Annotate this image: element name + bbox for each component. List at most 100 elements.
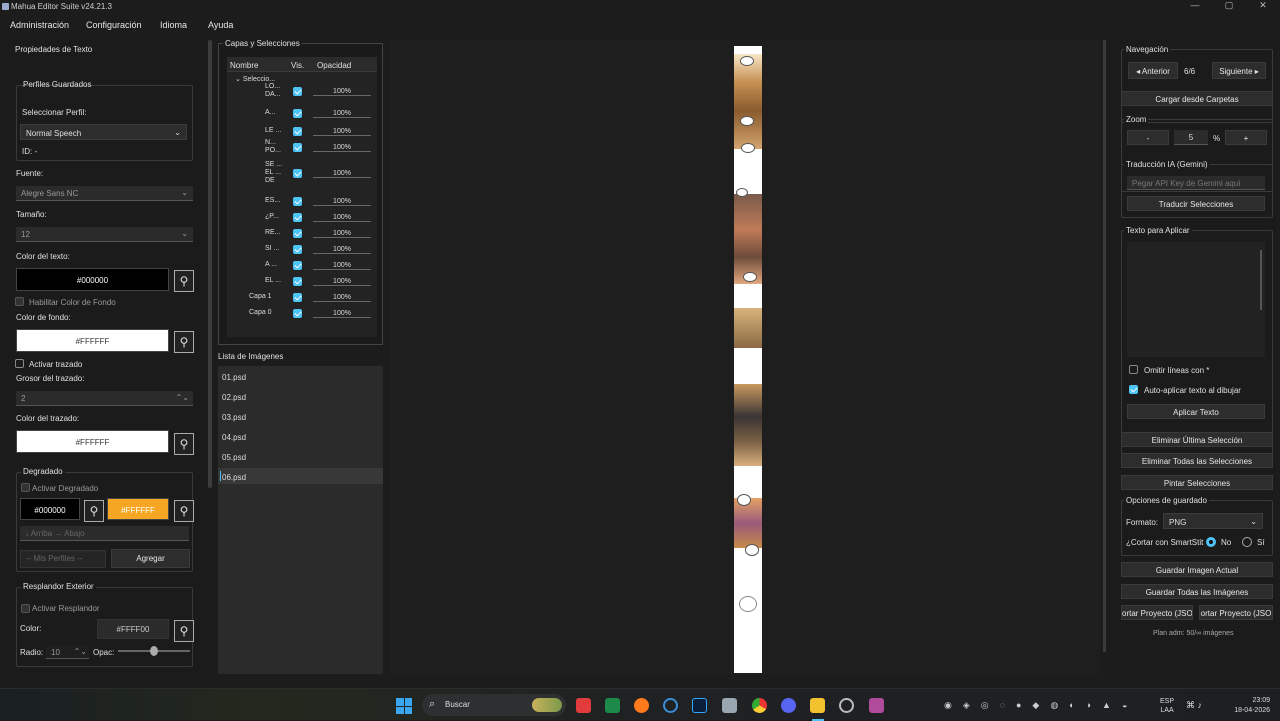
paint-selections-button[interactable]: Pintar Selecciones	[1121, 475, 1273, 490]
col-vis[interactable]: Vis.	[291, 61, 304, 70]
layer-row[interactable]: A ... 100%	[227, 261, 375, 277]
layers-tree[interactable]: Nombre Vis. Opacidad ⌄ Seleccio... LO...…	[227, 57, 377, 337]
text-color-swatch[interactable]: #000000	[16, 268, 169, 291]
save-current-button[interactable]: Guardar Imagen Actual	[1121, 562, 1273, 577]
layer-visibility-checkbox[interactable]	[293, 309, 302, 318]
layer-opacity[interactable]: 100%	[313, 198, 371, 206]
xbox-icon[interactable]	[605, 698, 620, 713]
gradient-checkbox[interactable]	[21, 483, 30, 494]
layer-row[interactable]: Capa 1 100%	[227, 293, 375, 309]
layer-opacity[interactable]: 100%	[313, 214, 371, 222]
layer-opacity[interactable]: 100%	[313, 310, 371, 318]
layer-row[interactable]: LO... DA... 100%	[227, 83, 375, 103]
layer-opacity[interactable]: 100%	[313, 262, 371, 270]
chrome-icon[interactable]	[752, 698, 767, 713]
size-select[interactable]: 12 ⌄	[16, 227, 193, 242]
windows-start-icon[interactable]	[396, 698, 412, 714]
layer-row[interactable]: ES... 100%	[227, 197, 375, 213]
network-icon[interactable]: ⌘ ♪	[1186, 700, 1202, 711]
app-purple-icon[interactable]	[869, 698, 884, 713]
layer-visibility-checkbox[interactable]	[293, 143, 302, 152]
image-list-item[interactable]: 06.psd	[222, 473, 246, 482]
eyedropper-icon[interactable]: ⚲	[174, 620, 194, 642]
layer-row[interactable]: Capa 0 100%	[227, 309, 375, 325]
image-list-item[interactable]: 02.psd	[222, 393, 246, 402]
eyedropper-icon[interactable]: ⚲	[174, 500, 194, 522]
layer-opacity[interactable]: 100%	[313, 246, 371, 254]
layer-visibility-checkbox[interactable]	[293, 277, 302, 286]
translate-button[interactable]: Traducir Selecciones	[1127, 196, 1265, 211]
eyedropper-icon[interactable]: ⚲	[174, 433, 194, 455]
col-opacidad[interactable]: Opacidad	[317, 61, 351, 70]
gradient-color1-swatch[interactable]: #000000	[20, 498, 80, 520]
image-list-item[interactable]: 04.psd	[222, 433, 246, 442]
apply-text-button[interactable]: Aplicar Texto	[1127, 404, 1265, 419]
folder-icon[interactable]	[810, 698, 825, 713]
format-select[interactable]: PNG ⌄	[1163, 513, 1263, 529]
col-nombre[interactable]: Nombre	[230, 61, 258, 70]
layer-visibility-checkbox[interactable]	[293, 197, 302, 206]
spinner-arrows-icon[interactable]: ⌃⌄	[176, 393, 189, 402]
font-select[interactable]: Alegre Sans NC ⌄	[16, 186, 193, 201]
menu-configuracion[interactable]: Configuración	[86, 20, 142, 30]
layer-visibility-checkbox[interactable]	[293, 245, 302, 254]
close-button[interactable]: ✕	[1246, 0, 1280, 14]
stroke-checkbox[interactable]	[15, 359, 24, 370]
app-tool-icon[interactable]	[722, 698, 737, 713]
api-key-input[interactable]: Pegar API Key de Gemini aquí	[1127, 176, 1265, 190]
clock[interactable]: 23:09 18-04-2026	[1222, 696, 1270, 716]
left-scrollbar[interactable]	[208, 40, 212, 488]
canvas-scrollbar[interactable]	[1103, 40, 1106, 652]
eyedropper-icon[interactable]: ⚲	[84, 500, 104, 522]
image-list[interactable]: 01.psd 02.psd 03.psd 04.psd 05.psd 06.psd	[218, 366, 383, 674]
bg-color-swatch[interactable]: #FFFFFF	[16, 329, 169, 352]
layer-opacity[interactable]: 100%	[313, 88, 371, 96]
layer-row[interactable]: RE... 100%	[227, 229, 375, 245]
delete-last-button[interactable]: Eliminar Última Selección	[1121, 432, 1273, 447]
layer-visibility-checkbox[interactable]	[293, 87, 302, 96]
zoom-input[interactable]: 5	[1174, 130, 1208, 145]
layer-opacity[interactable]: 100%	[313, 144, 371, 152]
app-icon-1[interactable]	[576, 698, 591, 713]
canvas-area[interactable]	[390, 40, 1100, 675]
add-profile-button[interactable]: Agregar	[111, 549, 190, 568]
image-list-item[interactable]: 01.psd	[222, 373, 246, 382]
layer-row[interactable]: EL ... 100%	[227, 277, 375, 293]
photoshop-icon[interactable]	[692, 698, 707, 713]
zoom-minus-button[interactable]: -	[1127, 130, 1169, 145]
next-button[interactable]: Siguiente ▸	[1212, 62, 1266, 79]
layer-visibility-checkbox[interactable]	[293, 109, 302, 118]
delete-all-button[interactable]: Eliminar Todas las Selecciones	[1121, 453, 1273, 468]
import-project-button[interactable]: ortar Proyecto (JSO	[1199, 605, 1273, 620]
prev-button[interactable]: ◂ Anterior	[1128, 62, 1178, 79]
layer-opacity[interactable]: 100%	[313, 128, 371, 136]
manga-strip-image[interactable]	[734, 46, 762, 673]
layer-row[interactable]: A... 100%	[227, 109, 375, 125]
layer-visibility-checkbox[interactable]	[293, 169, 302, 178]
layer-visibility-checkbox[interactable]	[293, 127, 302, 136]
stroke-width-spinner[interactable]: 2 ⌃⌄	[16, 391, 193, 406]
textarea-scrollbar[interactable]	[1260, 250, 1262, 310]
layer-visibility-checkbox[interactable]	[293, 213, 302, 222]
enable-bg-checkbox[interactable]	[15, 297, 24, 308]
layer-opacity[interactable]: 100%	[313, 110, 371, 118]
glow-checkbox[interactable]	[21, 604, 30, 615]
layer-visibility-checkbox[interactable]	[293, 293, 302, 302]
glow-color-swatch[interactable]: #FFFF00	[97, 619, 169, 639]
image-list-item[interactable]: 03.psd	[222, 413, 246, 422]
load-folders-button[interactable]: Cargar desde Carpetas	[1121, 91, 1273, 106]
radius-spinner[interactable]: 10 ⌃⌄	[46, 645, 89, 659]
image-list-item[interactable]: 05.psd	[222, 453, 246, 462]
export-project-button[interactable]: ortar Proyecto (JSO	[1121, 605, 1193, 620]
layer-opacity[interactable]: 100%	[313, 230, 371, 238]
radio-si[interactable]	[1242, 537, 1252, 549]
menu-ayuda[interactable]: Ayuda	[208, 20, 233, 30]
firefox-icon[interactable]	[634, 698, 649, 713]
layer-row[interactable]: N... PO... 100%	[227, 139, 375, 159]
layer-opacity[interactable]: 100%	[313, 278, 371, 286]
radio-no[interactable]	[1206, 537, 1216, 549]
layer-row[interactable]: ¿P... 100%	[227, 213, 375, 229]
profile-select[interactable]: Normal Speech ⌄	[20, 124, 187, 140]
layer-row[interactable]: LE ... 100%	[227, 127, 375, 143]
taskbar-search[interactable]: ⌕ Buscar	[422, 694, 566, 716]
